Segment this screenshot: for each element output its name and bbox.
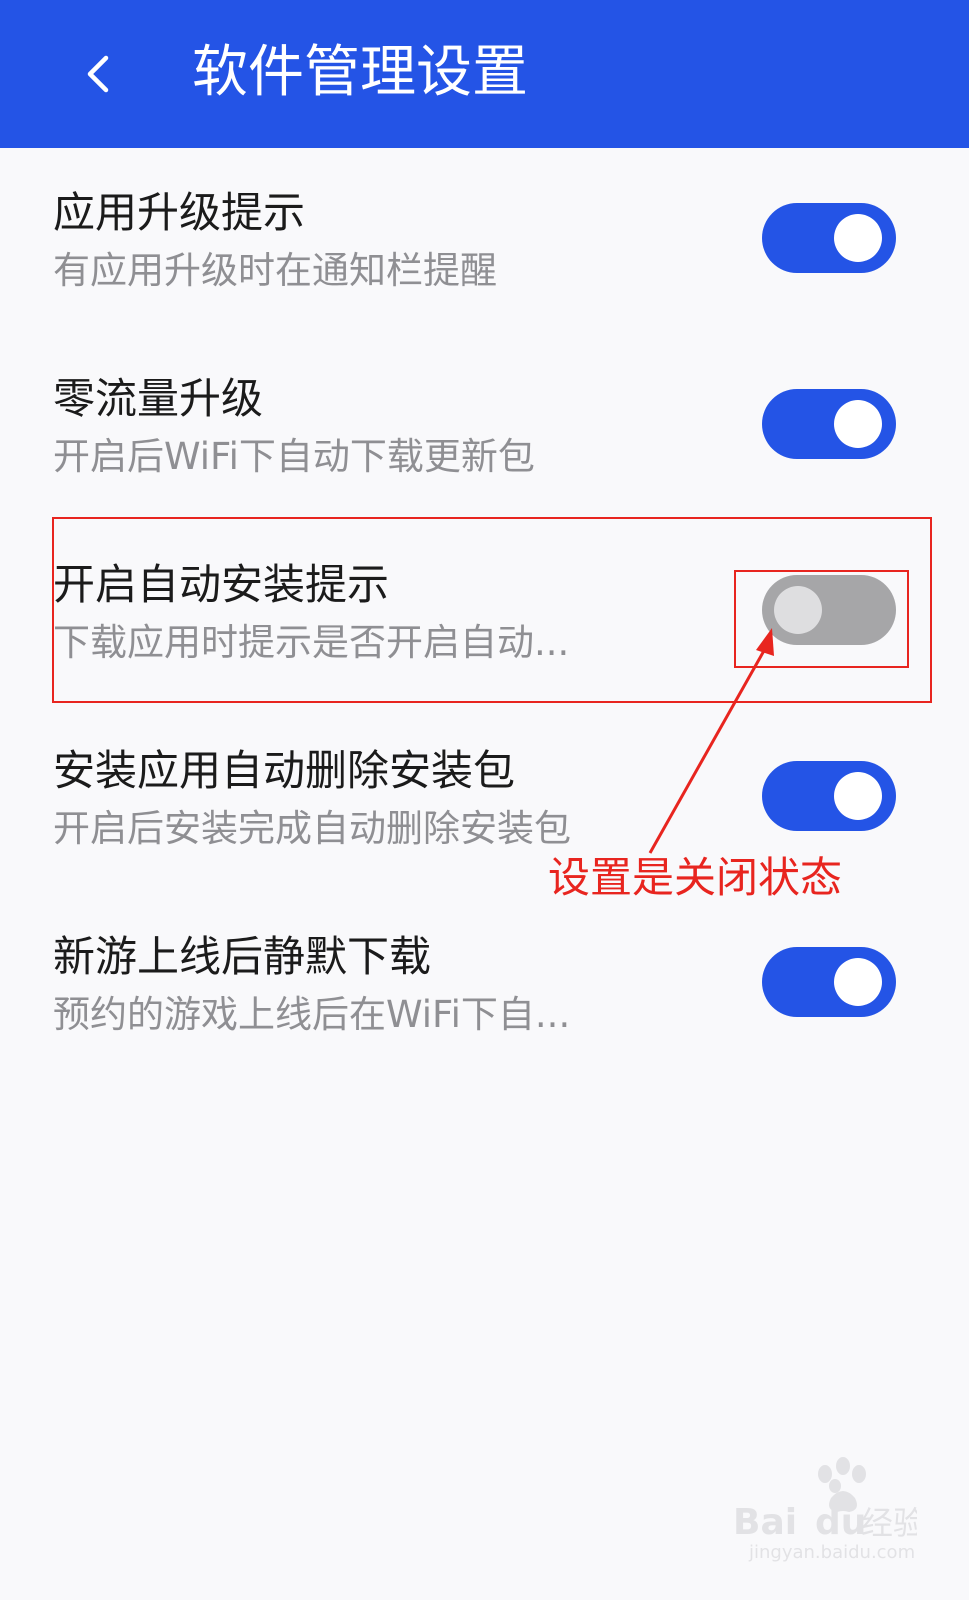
setting-title: 应用升级提示	[53, 188, 306, 237]
setting-title: 零流量升级	[53, 374, 264, 423]
svg-text:jingyan.baidu.com: jingyan.baidu.com	[748, 1542, 915, 1563]
setting-row[interactable]: 应用升级提示有应用升级时在通知栏提醒	[0, 186, 969, 372]
svg-text:经验: 经验	[861, 1504, 917, 1542]
setting-description: 开启后安装完成自动删除安装包	[53, 807, 571, 850]
toggle-switch[interactable]	[762, 761, 896, 831]
page-title: 软件管理设置	[192, 40, 528, 105]
toggle-knob	[834, 400, 882, 448]
annotation-label: 设置是关闭状态	[548, 853, 843, 902]
setting-title: 安装应用自动删除安装包	[53, 746, 516, 795]
highlight-box-toggle	[734, 570, 909, 668]
svg-text:Bai: Bai	[733, 1502, 797, 1543]
toggle-switch[interactable]	[762, 947, 896, 1017]
toggle-switch[interactable]	[762, 389, 896, 459]
toggle-knob	[834, 772, 882, 820]
setting-row[interactable]: 新游上线后静默下载预约的游戏上线后在WiFi下自...	[0, 930, 969, 1116]
setting-description: 开启后WiFi下自动下载更新包	[53, 435, 535, 478]
setting-description: 有应用升级时在通知栏提醒	[53, 249, 497, 292]
chevron-left-icon[interactable]	[70, 44, 130, 104]
svg-text:du: du	[815, 1502, 866, 1543]
toggle-switch[interactable]	[762, 203, 896, 273]
setting-description: 预约的游戏上线后在WiFi下自...	[53, 993, 571, 1036]
top-app-bar: 软件管理设置	[0, 0, 969, 148]
setting-title: 新游上线后静默下载	[53, 932, 432, 981]
baidu-jingyan-watermark-logo: Bai du 经验 jingyan.baidu.com	[727, 1446, 925, 1566]
toggle-knob	[834, 958, 882, 1006]
toggle-knob	[834, 214, 882, 262]
